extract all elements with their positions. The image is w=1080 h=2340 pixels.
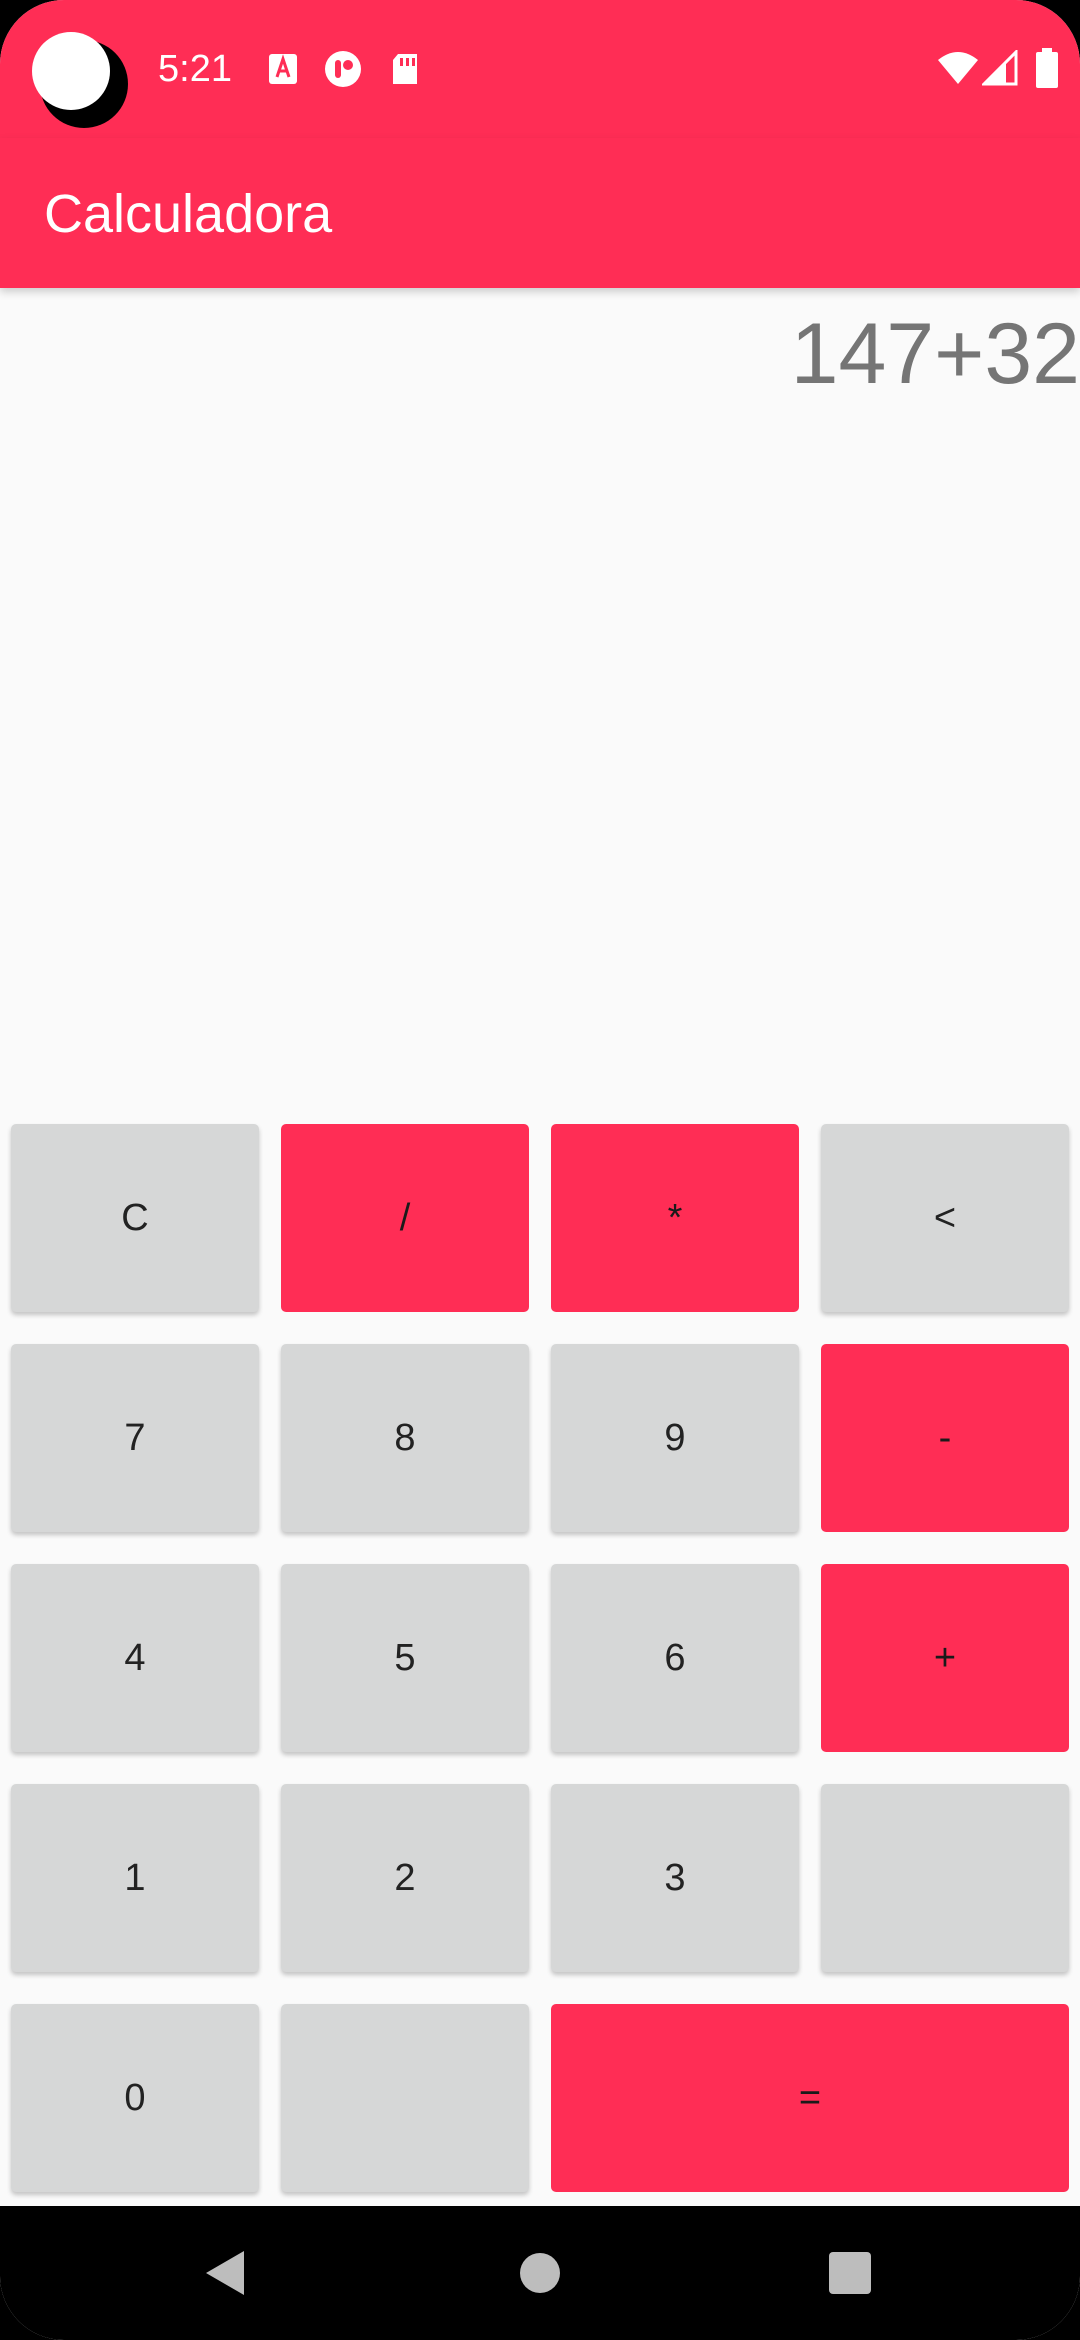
wifi-icon [938,52,978,84]
backspace-button[interactable]: < [821,1124,1069,1312]
cell-signal-icon [982,50,1018,86]
digit-1-button[interactable]: 1 [11,1784,259,1972]
calculator-screen: 5:21 Calculadora 147+32 C / * < 7 8 9 - … [0,0,1080,2340]
status-time: 5:21 [158,48,232,90]
divide-button[interactable]: / [281,1124,529,1312]
clear-button[interactable]: C [11,1124,259,1312]
digit-9-button[interactable]: 9 [551,1344,799,1532]
digit-2-button[interactable]: 2 [281,1784,529,1972]
digit-4-button[interactable]: 4 [11,1564,259,1752]
digit-7-button[interactable]: 7 [11,1344,259,1532]
digit-3-button[interactable]: 3 [551,1784,799,1972]
navigation-bar [0,2206,1080,2340]
blank-button-right[interactable] [821,1784,1069,1972]
back-icon [206,2251,244,2295]
home-button[interactable] [480,2206,600,2340]
multiply-button[interactable]: * [551,1124,799,1312]
equals-button[interactable]: = [551,2004,1069,2192]
media-notification-icon [325,51,361,87]
sd-card-icon [393,54,417,84]
home-icon [520,2253,560,2293]
back-button[interactable] [166,2206,286,2340]
digit-0-button[interactable]: 0 [11,2004,259,2192]
battery-icon [1036,48,1058,88]
recents-button[interactable] [790,2206,910,2340]
blank-button-bottom[interactable] [281,2004,529,2192]
display-area: 147+32 [0,290,1080,1120]
digit-8-button[interactable]: 8 [281,1344,529,1532]
digit-5-button[interactable]: 5 [281,1564,529,1752]
camera-cutout [32,32,110,110]
plus-button[interactable]: + [821,1564,1069,1752]
recents-icon [829,2252,871,2294]
status-bar: 5:21 [0,0,1080,138]
app-bar: Calculadora [0,138,1080,288]
expression-display: 147+32 [790,306,1080,402]
app-notification-icon [269,54,297,84]
app-title: Calculadora [44,184,333,244]
digit-6-button[interactable]: 6 [551,1564,799,1752]
minus-button[interactable]: - [821,1344,1069,1532]
